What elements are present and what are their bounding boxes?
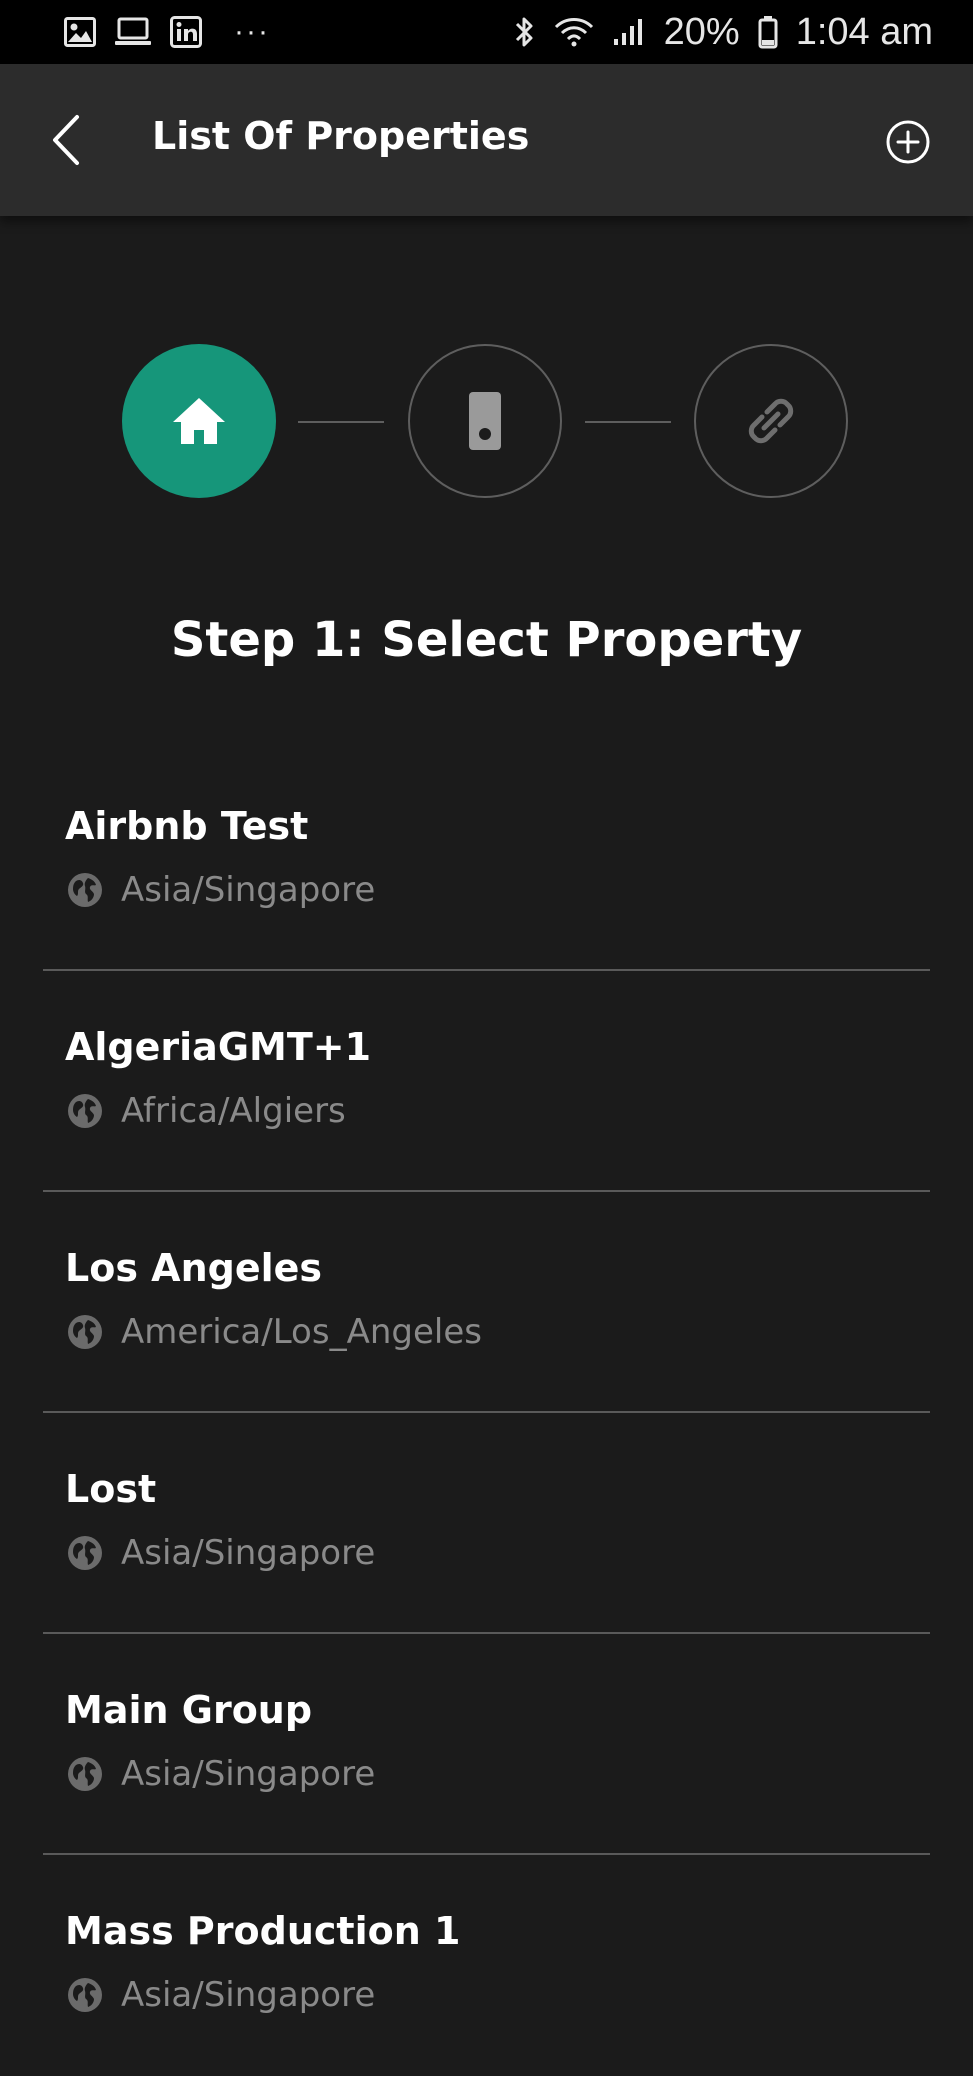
battery-icon [758, 15, 778, 49]
app-bar: List Of Properties [0, 64, 973, 216]
property-name: Main Group [65, 1688, 313, 1732]
step-title: Step 1: Select Property [170, 612, 803, 668]
list-item[interactable]: Airbnb Test Asia/Singapore [43, 750, 930, 971]
list-item[interactable]: Lost Asia/Singapore [43, 1413, 930, 1634]
image-icon [64, 17, 96, 47]
globe-icon [68, 1978, 102, 2012]
property-name: Los Angeles [65, 1246, 323, 1290]
property-timezone: Asia/Singapore [67, 1533, 375, 1573]
property-timezone: America/Los_Angeles [67, 1312, 482, 1352]
property-timezone: Asia/Singapore [67, 870, 375, 910]
globe-icon [68, 1757, 102, 1791]
lock-device-icon [469, 392, 501, 450]
step-connector [298, 421, 384, 423]
status-right: 20% 1:04 am [514, 11, 933, 54]
step-link [694, 344, 848, 498]
clock: 1:04 am [795, 10, 933, 53]
globe-icon [68, 1315, 102, 1349]
back-button[interactable] [40, 110, 92, 170]
status-bar: ··· 20% 1:04 am [0, 0, 973, 64]
property-timezone: Asia/Singapore [67, 1975, 375, 2015]
stepper [0, 344, 973, 502]
home-icon [173, 398, 225, 444]
bluetooth-icon [514, 15, 536, 49]
plus-circle-icon [886, 120, 930, 164]
signal-icon [612, 17, 646, 47]
wifi-icon [554, 16, 594, 48]
timezone-text: Africa/Algiers [121, 1091, 346, 1131]
globe-icon [68, 1094, 102, 1128]
timezone-text: Asia/Singapore [121, 1754, 376, 1794]
status-left: ··· [64, 15, 270, 49]
property-timezone: Asia/Singapore [67, 1754, 375, 1794]
chevron-left-icon [53, 115, 79, 165]
property-list: Airbnb Test Asia/Singapore AlgeriaGMT+1 … [43, 750, 930, 2076]
timezone-text: Asia/Singapore [121, 870, 376, 910]
list-item[interactable]: Main Group Asia/Singapore [43, 1634, 930, 1855]
property-name: Mass Production 1 [65, 1909, 461, 1953]
timezone-text: America/Los_Angeles [121, 1312, 482, 1352]
list-item[interactable]: AlgeriaGMT+1 Africa/Algiers [43, 971, 930, 1192]
step-lock [408, 344, 562, 498]
page-title: List Of Properties [152, 114, 530, 158]
timezone-text: Asia/Singapore [121, 1975, 376, 2015]
battery-percent: 20% [663, 10, 740, 53]
list-item[interactable]: Los Angeles America/Los_Angeles [43, 1192, 930, 1413]
overflow-dots: ··· [234, 15, 270, 48]
add-property-button[interactable] [885, 119, 931, 165]
globe-icon [68, 873, 102, 907]
step-connector [585, 421, 671, 423]
property-timezone: Africa/Algiers [67, 1091, 346, 1131]
link-icon [748, 398, 794, 444]
timezone-text: Asia/Singapore [121, 1533, 376, 1573]
linkedin-icon [170, 16, 202, 48]
laptop-icon [114, 17, 152, 47]
property-name: Airbnb Test [65, 804, 309, 848]
step-property [122, 344, 276, 498]
property-name: AlgeriaGMT+1 [65, 1025, 372, 1069]
list-item[interactable]: Mass Production 1 Asia/Singapore [43, 1855, 930, 2076]
property-name: Lost [65, 1467, 157, 1511]
globe-icon [68, 1536, 102, 1570]
